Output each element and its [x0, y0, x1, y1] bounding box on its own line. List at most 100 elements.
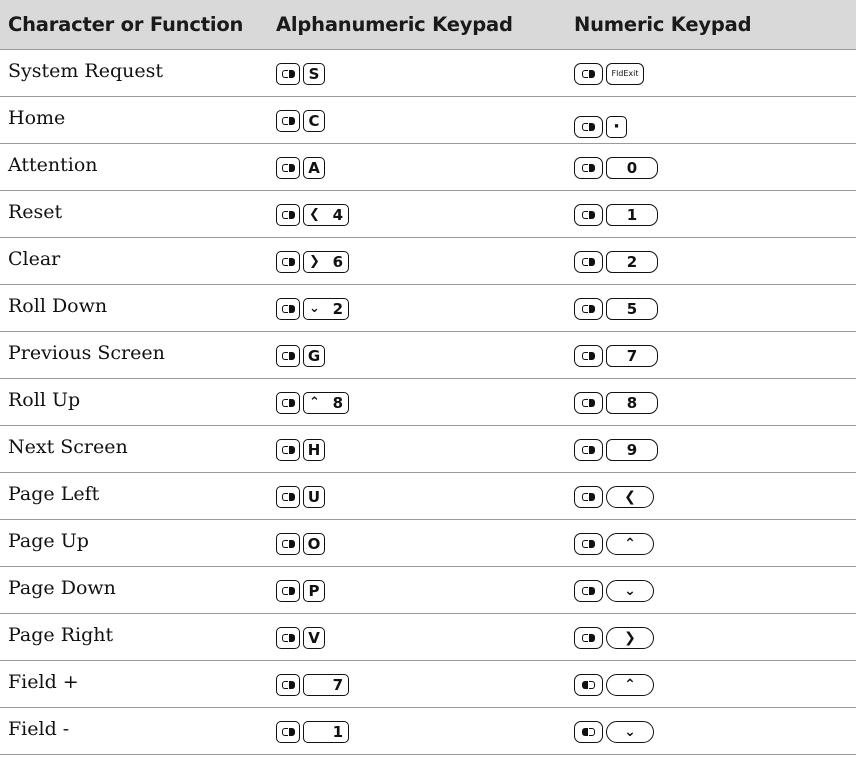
table-row: Roll Up ⌃ 8 8	[0, 378, 856, 425]
function-name: Roll Down	[8, 294, 108, 317]
table-row: Page Left U ❮	[0, 472, 856, 519]
header-numeric: Numeric Keypad	[574, 12, 752, 36]
alpha-key-combo: ❯ 6	[268, 237, 566, 284]
numeric-key-combo: 1	[566, 190, 856, 237]
numeric-key-combo: ⌄	[566, 566, 856, 613]
function-name: Roll Up	[8, 388, 81, 411]
alpha-key-combo: ❮ 4	[268, 190, 566, 237]
number-key-icon: 7	[303, 673, 349, 696]
orange-shift-key-icon	[276, 156, 300, 179]
function-name: System Request	[8, 59, 164, 82]
numeric-key-combo: 0	[566, 143, 856, 190]
letter-key-icon: V	[303, 626, 325, 649]
orange-shift-key-icon	[574, 579, 603, 602]
arrow-icon: ❯	[309, 254, 320, 269]
orange-shift-key-icon	[276, 720, 300, 743]
orange-shift-key-icon	[276, 579, 300, 602]
orange-shift-key-icon	[276, 626, 300, 649]
alpha-key-combo: V	[268, 613, 566, 660]
table-row: Next Screen H 9	[0, 425, 856, 472]
function-name: Page Down	[8, 576, 116, 599]
orange-shift-key-icon	[276, 438, 300, 461]
table-row: Clear ❯ 6 2	[0, 237, 856, 284]
table-row: Page Right V ❯	[0, 613, 856, 660]
number-key-icon: 2	[606, 250, 658, 273]
key-label: 7	[332, 675, 343, 694]
table-row: Page Down P ⌄	[0, 566, 856, 613]
letter-key-icon: A	[303, 156, 325, 179]
alpha-key-combo: G	[268, 331, 566, 378]
alpha-key-combo: 1	[268, 707, 566, 754]
orange-shift-key-icon	[276, 344, 300, 367]
orange-shift-key-icon	[276, 391, 300, 414]
letter-key-icon: H	[303, 438, 325, 461]
letter-key-icon: G	[303, 344, 325, 367]
numeric-key-combo: ⌄	[566, 707, 856, 754]
numeric-key-combo: ⌃	[566, 519, 856, 566]
number-key-icon: 9	[606, 438, 658, 461]
number-key-icon: 5	[606, 297, 658, 320]
orange-shift-key-icon	[276, 203, 300, 226]
field-exit-key-icon: FldExit	[606, 62, 644, 85]
orange-shift-key-icon	[574, 203, 603, 226]
table-header-row: Character or Function Alphanumeric Keypa…	[0, 0, 856, 49]
table-row: System Request S FldExit	[0, 49, 856, 96]
function-name: Page Left	[8, 482, 100, 505]
arrow-number-key-icon: ❯ 6	[303, 250, 349, 273]
orange-shift-key-icon	[276, 62, 300, 85]
alpha-key-combo: ⌃ 8	[268, 378, 566, 425]
numeric-key-combo: ❯	[566, 613, 856, 660]
function-name: Clear	[8, 247, 61, 270]
green-shift-key-icon	[574, 720, 603, 743]
orange-shift-key-icon	[276, 485, 300, 508]
function-name: Field -	[8, 717, 70, 740]
arrow-number-key-icon: ❮ 4	[303, 203, 349, 226]
table-row: Field + 7 ⌃	[0, 660, 856, 707]
table-row: Reset ❮ 4 1	[0, 190, 856, 237]
orange-shift-key-icon	[574, 391, 603, 414]
number-key-icon: 0	[606, 156, 658, 179]
orange-shift-key-icon	[574, 115, 603, 138]
letter-key-icon: C	[303, 109, 325, 132]
key-label: 8	[332, 393, 343, 412]
number-key-icon: 8	[606, 391, 658, 414]
letter-key-icon: O	[303, 532, 325, 555]
key-combination-table: Character or Function Alphanumeric Keypa…	[0, 0, 856, 755]
orange-shift-key-icon	[574, 626, 603, 649]
function-name: Home	[8, 106, 66, 129]
orange-shift-key-icon	[574, 438, 603, 461]
header-alphanumeric: Alphanumeric Keypad	[276, 12, 513, 36]
down-arrow-key-icon: ⌄	[606, 579, 654, 602]
orange-shift-key-icon	[276, 109, 300, 132]
orange-shift-key-icon	[276, 250, 300, 273]
table-row: Roll Down ⌄ 2 5	[0, 284, 856, 331]
alpha-key-combo: 7	[268, 660, 566, 707]
table-row: Field - 1 ⌄	[0, 707, 856, 754]
numeric-key-combo: ⌃	[566, 660, 856, 707]
table-row: Attention A 0	[0, 143, 856, 190]
orange-shift-key-icon	[574, 297, 603, 320]
arrow-icon: ⌄	[309, 301, 320, 316]
letter-key-icon: P	[303, 579, 325, 602]
function-name: Field +	[8, 670, 79, 693]
alpha-key-combo: ⌄ 2	[268, 284, 566, 331]
period-key-icon: ·	[606, 115, 627, 138]
numeric-key-combo: FldExit	[566, 49, 856, 96]
alpha-key-combo: S	[268, 49, 566, 96]
function-name: Page Up	[8, 529, 89, 552]
key-label: 4	[332, 205, 343, 224]
letter-key-icon: S	[303, 62, 325, 85]
orange-shift-key-icon	[574, 532, 603, 555]
orange-shift-key-icon	[276, 673, 300, 696]
key-label: 2	[332, 299, 343, 318]
alpha-key-combo: U	[268, 472, 566, 519]
numeric-key-combo: ·	[566, 96, 856, 143]
numeric-key-combo: 5	[566, 284, 856, 331]
letter-key-icon: U	[303, 485, 325, 508]
header-function: Character or Function	[8, 12, 244, 36]
number-key-icon: 1	[606, 203, 658, 226]
up-arrow-key-icon: ⌃	[606, 673, 654, 696]
alpha-key-combo: C	[268, 96, 566, 143]
orange-shift-key-icon	[276, 297, 300, 320]
numeric-key-combo: 8	[566, 378, 856, 425]
